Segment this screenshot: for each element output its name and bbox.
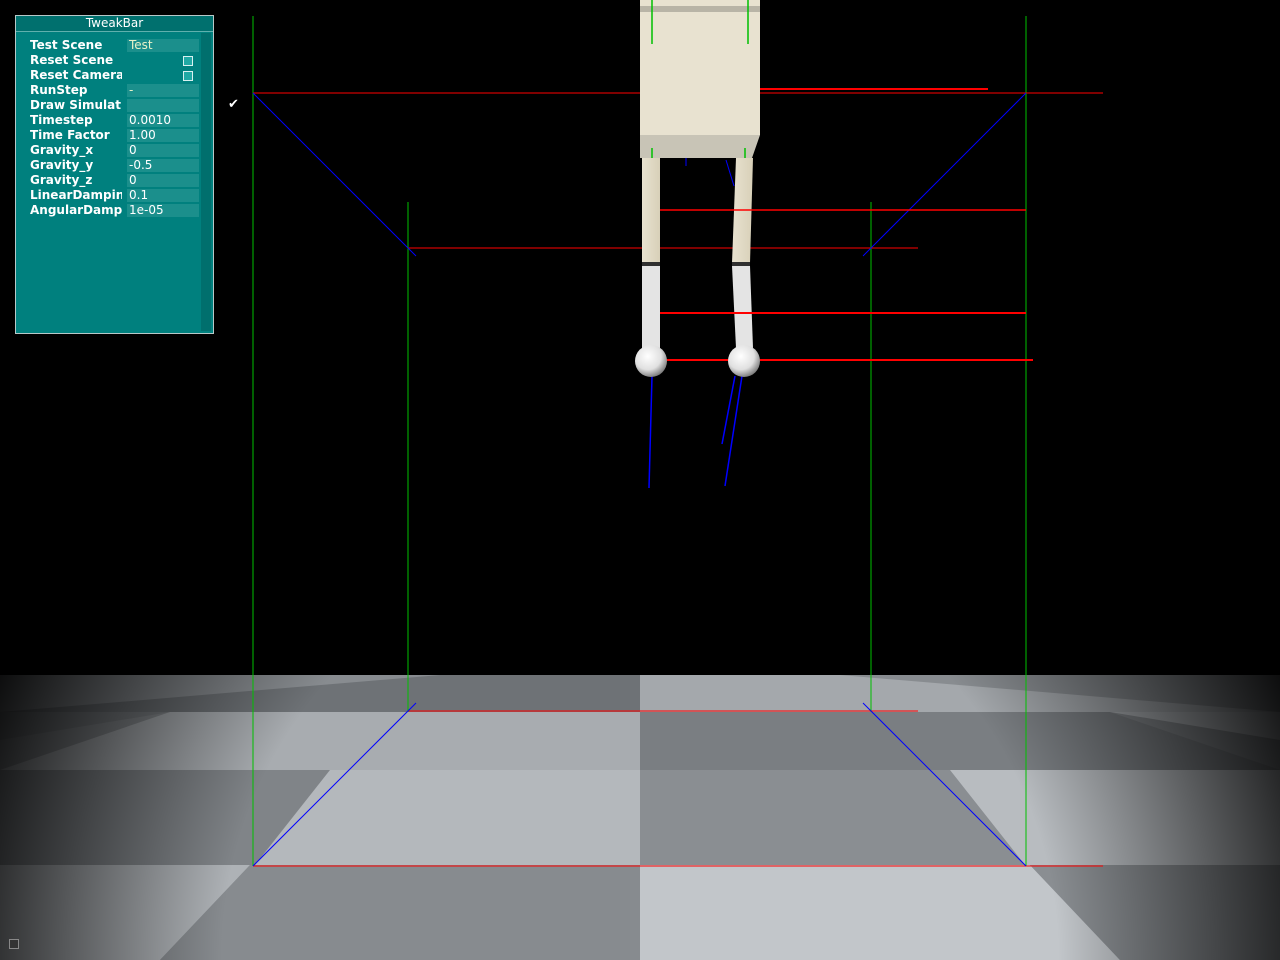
timestep-label: Timestep xyxy=(30,113,93,127)
tweakbar-iconify-icon[interactable] xyxy=(9,939,19,949)
gravity-y-field[interactable]: -0.5 xyxy=(127,159,199,172)
gravity-z-field[interactable]: 0 xyxy=(127,174,199,187)
time-factor-field[interactable]: 1.00 xyxy=(127,129,199,142)
draw-simulation-label: Draw Simulati.. xyxy=(30,98,122,112)
row-draw-simulation[interactable]: Draw Simulati.. ✔ xyxy=(28,98,239,113)
row-time-factor[interactable]: Time Factor 1.00 xyxy=(28,128,200,143)
row-angular-damping[interactable]: AngularDampi.. 1e-05 xyxy=(28,203,200,218)
reset-camera-label: Reset Camera xyxy=(30,68,122,82)
test-scene-label: Test Scene xyxy=(30,38,103,52)
gravity-z-label: Gravity_z xyxy=(30,173,93,187)
test-scene-field[interactable]: Test xyxy=(127,39,199,52)
row-linear-damping[interactable]: LinearDamping 0.1 xyxy=(28,188,200,203)
gravity-x-field[interactable]: 0 xyxy=(127,144,199,157)
reset-scene-label: Reset Scene xyxy=(30,53,114,67)
row-gravity-x[interactable]: Gravity_x 0 xyxy=(28,143,200,158)
row-test-scene[interactable]: Test Scene Test xyxy=(28,38,200,53)
row-gravity-z[interactable]: Gravity_z 0 xyxy=(28,173,200,188)
row-timestep[interactable]: Timestep 0.0010 xyxy=(28,113,200,128)
angular-damping-field[interactable]: 1e-05 xyxy=(127,204,199,217)
tweakbar-rows: Test Scene Test Reset Scene Reset Camera… xyxy=(28,38,239,218)
reset-camera-button[interactable] xyxy=(183,71,193,81)
gravity-y-label: Gravity_y xyxy=(30,158,94,172)
linear-damping-field[interactable]: 0.1 xyxy=(127,189,199,202)
row-gravity-y[interactable]: Gravity_y -0.5 xyxy=(28,158,200,173)
reset-scene-button[interactable] xyxy=(183,56,193,66)
tweakbar-scrollbar[interactable] xyxy=(201,33,211,331)
row-reset-scene[interactable]: Reset Scene xyxy=(28,53,200,68)
simulation-viewport[interactable]: TweakBar Test Scene Test Reset Scene Res… xyxy=(0,0,1280,960)
timestep-field[interactable]: 0.0010 xyxy=(127,114,199,127)
row-reset-camera[interactable]: Reset Camera xyxy=(28,68,200,83)
runstep-field[interactable]: - xyxy=(127,84,199,97)
checkmark-icon: ✔ xyxy=(228,97,239,112)
time-factor-label: Time Factor xyxy=(30,128,110,142)
robot-model xyxy=(635,0,1033,489)
tweakbar-title[interactable]: TweakBar xyxy=(16,16,213,32)
angular-damping-label: AngularDampi.. xyxy=(30,203,122,217)
linear-damping-label: LinearDamping xyxy=(30,188,122,202)
row-runstep[interactable]: RunStep - xyxy=(28,83,200,98)
floor xyxy=(0,675,1280,960)
draw-simulation-checkbox[interactable]: ✔ xyxy=(127,98,239,112)
tweakbar-panel[interactable]: TweakBar Test Scene Test Reset Scene Res… xyxy=(15,15,239,334)
runstep-label: RunStep xyxy=(30,83,88,97)
gravity-x-label: Gravity_x xyxy=(30,143,94,157)
